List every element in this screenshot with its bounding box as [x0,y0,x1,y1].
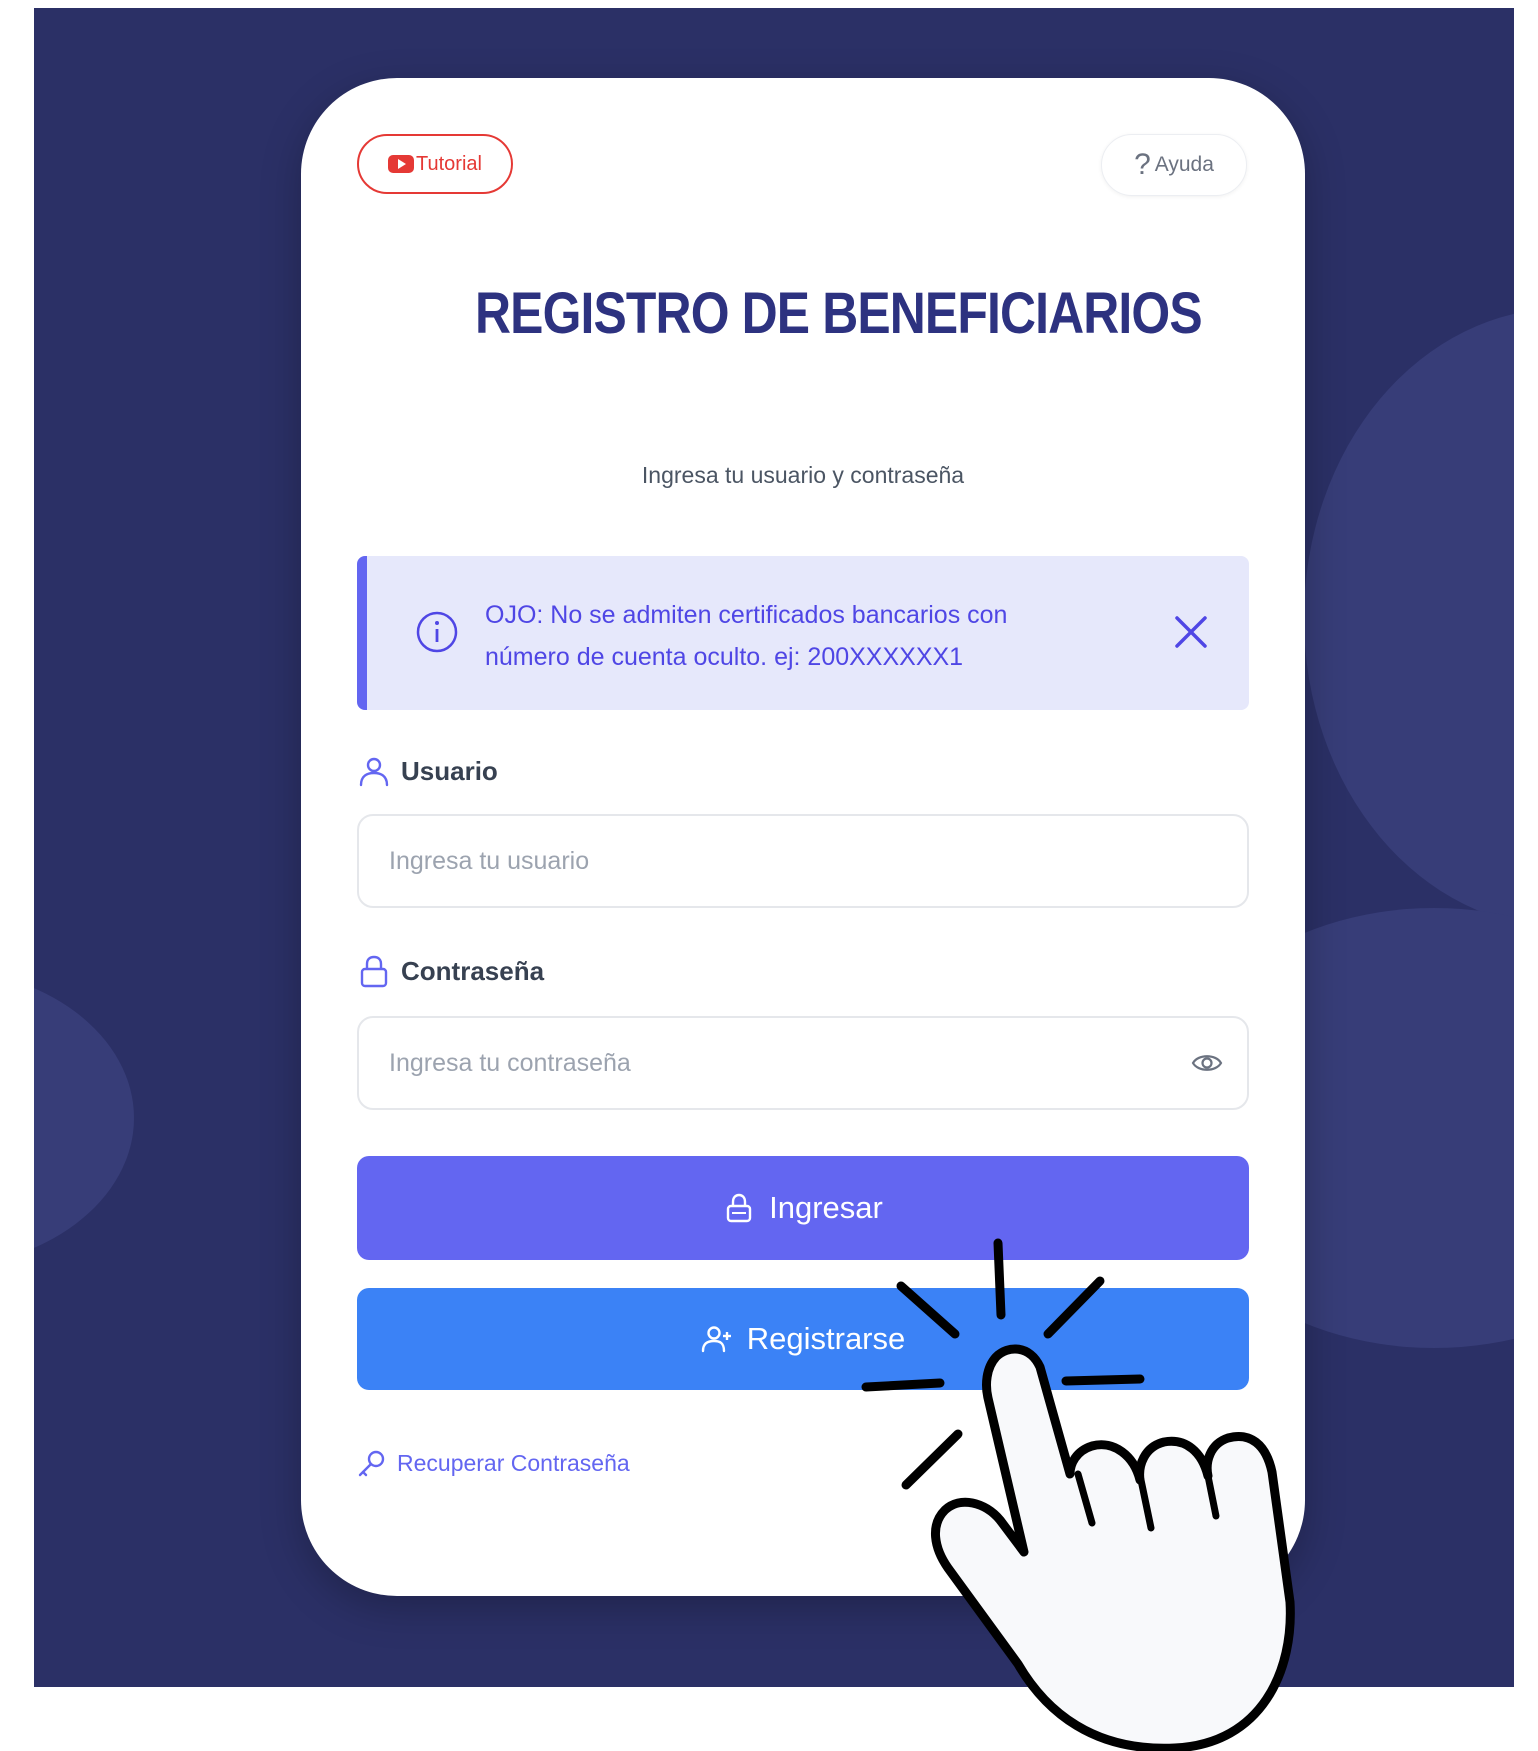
password-input[interactable] [357,1016,1249,1110]
logo-title: REGISTRO DE BENEFICIARIOS [475,280,1203,346]
login-card: Tutorial ? Ayuda REGISTRO DE BENEFICIARI… [301,78,1305,1596]
login-subtitle: Ingresa tu usuario y contraseña [641,462,965,488]
help-label: Ayuda [1154,153,1214,176]
tutorial-button[interactable]: Tutorial [357,134,513,194]
register-button[interactable]: Registrarse [357,1288,1249,1390]
alert-line-1: OJO: No se admiten certificados bancario… [485,601,1008,629]
recover-password-link[interactable]: Recuperar Contraseña [357,1448,630,1478]
login-label: Ingresar [769,1190,883,1225]
user-field-label: Usuario [357,754,498,788]
user-icon [359,757,389,787]
tutorial-label: Tutorial [416,152,482,175]
info-icon [416,611,458,653]
alert-line-2: número de cuenta oculto. ej: 200XXXXXX1 [485,643,964,671]
password-field-label: Contraseña [357,954,544,988]
background-blob [34,968,134,1268]
help-button[interactable]: ? Ayuda [1101,134,1247,196]
youtube-icon [388,154,415,174]
close-icon[interactable] [1167,608,1215,656]
lock-icon [726,1193,752,1223]
key-icon [358,1450,385,1477]
user-plus-icon [701,1326,731,1353]
user-label-text: Usuario [401,755,498,786]
brand-logo: REGISTRO DE BENEFICIARIOS [459,268,1203,358]
question-mark-icon: ? [1134,148,1151,181]
eye-icon[interactable] [1191,1049,1223,1077]
recover-label: Recuperar Contraseña [397,1449,630,1476]
lock-icon [360,955,388,988]
alert-message: OJO: No se admiten certificados bancario… [485,594,1125,678]
password-label-text: Contraseña [401,955,545,986]
background-blob [1304,308,1514,928]
login-button[interactable]: Ingresar [357,1156,1249,1260]
user-input[interactable] [357,814,1249,908]
warning-alert: OJO: No se admiten certificados bancario… [357,556,1249,710]
register-label: Registrarse [746,1321,906,1356]
